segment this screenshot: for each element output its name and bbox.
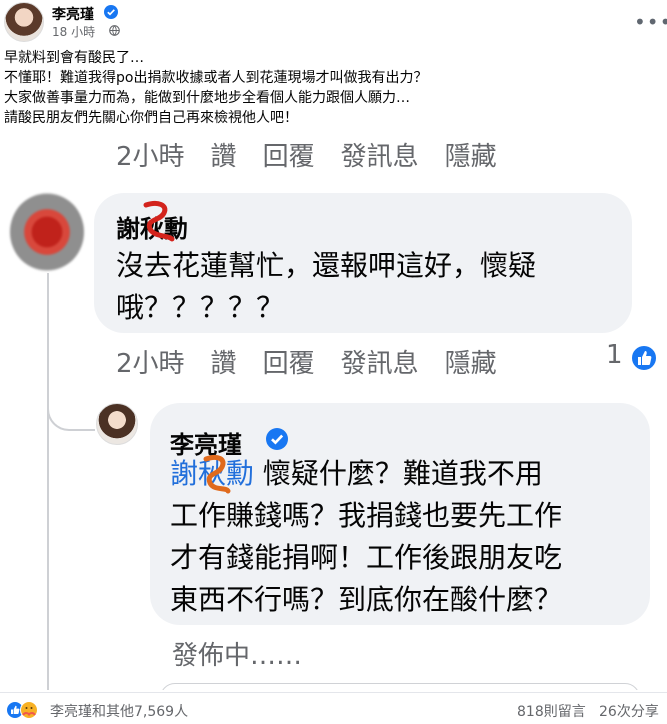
embedded-comment-screenshot: 2小時讚回覆 發訊息 隱藏 謝秋勳 沒去花蓮幫忙，還報呷這好，懷疑 哦？？？？？ 2… [0, 133, 667, 690]
verified-badge-icon [104, 5, 118, 19]
comment-meta-row: 2小時讚回覆 發訊息 隱藏 [116, 136, 523, 173]
meta-like: 讚 [210, 142, 237, 172]
redaction-scribble-icon [143, 200, 175, 242]
comment-line: 哦？？？？？ [116, 291, 285, 324]
reply-line: 才有錢能捐啊！工作後跟朋友吃 [170, 541, 563, 574]
post-line: 不懂耶！難道我得po出捐款收據或者人到花蓮現場才叫做我有出力？ [4, 70, 428, 86]
meta-message: 發訊息 [340, 349, 419, 379]
post-body: 早就料到會有酸民了… 不懂耶！難道我得po出捐款收據或者人到花蓮現場才叫做我有出… [4, 48, 659, 128]
reply-line: 懷疑什麼？難道我不用 [254, 457, 543, 490]
comment-text: 沒去花蓮幫忙，還報呷這好，懷疑 哦？？？？？ [116, 245, 536, 329]
reaction-icons[interactable] [6, 701, 46, 721]
comment-like-count: 1 [606, 340, 623, 370]
meta-reply: 回覆 [262, 349, 315, 379]
like-reaction-icon [630, 344, 658, 372]
redacted-avatar [10, 193, 84, 271]
care-reaction-icon [20, 701, 38, 719]
posting-status: 發佈中…… [172, 641, 303, 671]
author-name[interactable]: 李亮瑾 [52, 4, 94, 24]
author-avatar[interactable] [4, 2, 44, 42]
globe-icon [109, 25, 120, 36]
reply-line: 工作賺錢嗎？我捐錢也要先工作 [170, 499, 563, 532]
redaction-scribble-icon [203, 454, 231, 494]
comment-compose-box [160, 683, 640, 690]
post-line: 請酸民朋友們先關心你們自己再來檢視他人吧！ [4, 110, 298, 126]
post-line: 早就料到會有酸民了… [4, 50, 144, 66]
meta-like: 讚 [210, 349, 237, 379]
post-timestamp[interactable]: 18 小時 [52, 23, 95, 40]
reply-author-avatar [96, 403, 138, 445]
shares-count[interactable]: 26次分享 [599, 701, 659, 721]
comment-meta-row: 2小時讚回覆 發訊息 隱藏 [116, 343, 523, 380]
thread-connector [47, 401, 95, 431]
reaction-summary[interactable]: 李亮瑾和其他7,569人 [50, 701, 188, 721]
post-header: 李亮瑾 18 小時 ••• [0, 0, 667, 44]
thread-line [47, 273, 49, 690]
reply-line: 東西不行嗎？到底你在酸什麼？ [170, 583, 563, 616]
meta-time: 2小時 [116, 142, 185, 172]
more-options-icon[interactable]: ••• [634, 10, 667, 34]
post-line: 大家做善事量力而為，能做到什麼地步全看個人能力跟個人願力… [4, 90, 410, 106]
comments-count[interactable]: 818則留言 [517, 701, 586, 721]
meta-reply: 回覆 [262, 142, 315, 172]
meta-time: 2小時 [116, 349, 185, 379]
meta-hide: 隱藏 [444, 349, 497, 379]
post-footer: 李亮瑾和其他7,569人 818則留言 26次分享 [0, 692, 667, 724]
meta-message: 發訊息 [340, 142, 419, 172]
meta-hide: 隱藏 [444, 142, 497, 172]
verified-badge-icon [266, 428, 288, 450]
comment-line: 沒去花蓮幫忙，還報呷這好，懷疑 [116, 249, 537, 282]
